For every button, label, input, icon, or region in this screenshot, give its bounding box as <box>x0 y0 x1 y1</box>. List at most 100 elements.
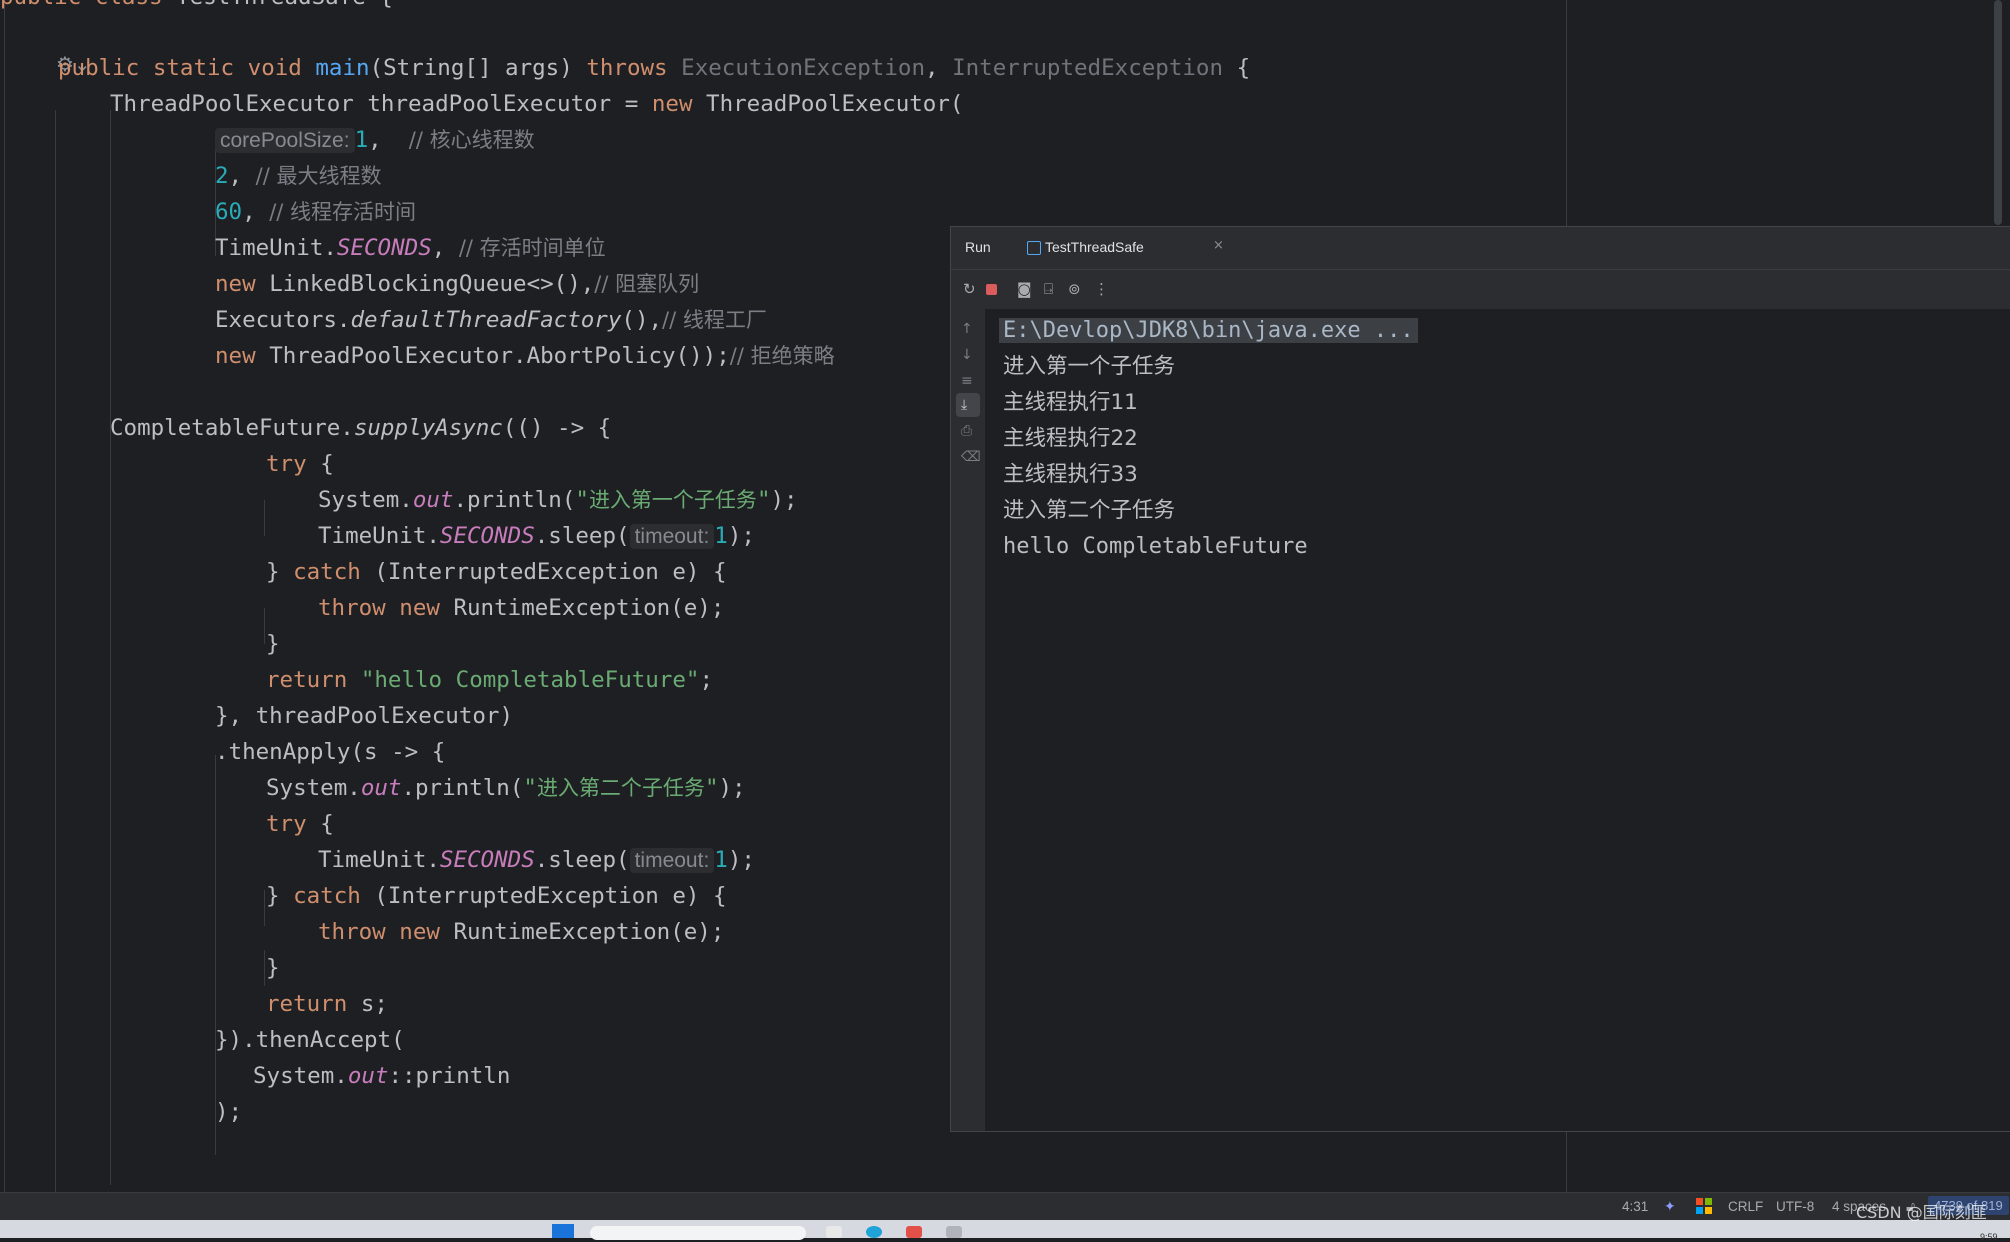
code-token: try <box>266 451 321 477</box>
soft-wrap-icon[interactable]: ≡ <box>961 373 973 389</box>
code-line[interactable]: try { <box>266 806 334 842</box>
console-output-line: 主线程执行33 <box>1003 458 1138 492</box>
code-token: (String[] args) <box>369 55 587 81</box>
code-line[interactable]: ThreadPoolExecutor threadPoolExecutor = … <box>110 86 963 122</box>
code-line[interactable]: TimeUnit.SECONDS, // 存活时间单位 <box>215 230 606 266</box>
caret-position[interactable]: 4:31 <box>1622 1199 1648 1214</box>
console-output-line: hello CompletableFuture <box>1003 530 1308 564</box>
close-icon[interactable]: × <box>1213 238 1224 253</box>
code-line[interactable]: return s; <box>266 986 388 1022</box>
code-line[interactable]: .thenApply(s -> { <box>215 734 445 770</box>
code-token: return <box>266 667 361 693</box>
code-line[interactable]: return "hello CompletableFuture"; <box>266 662 713 698</box>
console-output[interactable]: E:\Devlop\JDK8\bin\java.exe ... 进入第一个子任务主… <box>985 309 2010 1131</box>
code-line[interactable]: System.out::println <box>253 1058 510 1094</box>
indent-guide <box>264 890 265 926</box>
status-bar: 4:31 ✦ CRLF UTF-8 4 spaces 🔓︎ 4739 of 81… <box>0 1192 2010 1221</box>
code-line[interactable]: CompletableFuture.supplyAsync(() -> { <box>110 410 611 446</box>
code-line[interactable]: TimeUnit.SECONDS.sleep(timeout: 1); <box>318 842 755 878</box>
exit-icon[interactable]: ⍈ <box>1044 280 1053 298</box>
code-token: ThreadPoolExecutor.AbortPolicy()); <box>269 343 730 369</box>
more-icon[interactable]: ⋮ <box>1094 280 1109 298</box>
code-line[interactable]: throw new RuntimeException(e); <box>318 914 724 950</box>
tab-test-thread-safe[interactable]: TestThreadSafe × <box>1015 227 1224 272</box>
run-label[interactable]: Run <box>965 239 991 255</box>
scroll-to-end-icon[interactable]: ⤓ <box>961 397 967 413</box>
code-token: } <box>266 955 280 981</box>
code-token: { <box>320 811 334 837</box>
console-output-line: 进入第一个子任务 <box>1003 350 1175 384</box>
code-token: .println( <box>453 487 576 513</box>
indent-guide <box>264 608 265 644</box>
code-token: 1 <box>354 127 369 153</box>
code-token: .thenApply(s -> { <box>215 739 446 765</box>
code-token: ; <box>699 667 714 693</box>
code-line[interactable]: corePoolSize: 1, // 核心线程数 <box>215 122 535 158</box>
code-line[interactable]: } <box>266 950 280 986</box>
code-line[interactable]: Executors.defaultThreadFactory(),// 线程工厂 <box>215 302 767 338</box>
code-line[interactable]: public static void main(String[] args) t… <box>58 50 1250 86</box>
code-token: public class <box>0 0 176 10</box>
indent-guide <box>4 0 5 1192</box>
run-config-icon <box>1027 241 1041 255</box>
console-text: 主线程执行33 <box>1003 462 1138 487</box>
code-line[interactable]: TimeUnit.SECONDS.sleep(timeout: 1); <box>318 518 755 554</box>
console-text: hello CompletableFuture <box>1003 534 1308 559</box>
start-icon[interactable] <box>552 1224 574 1238</box>
editor-scrollbar[interactable] <box>1994 0 2002 225</box>
code-token: public static void <box>58 55 316 81</box>
code-line[interactable]: 2, // 最大线程数 <box>215 158 381 194</box>
code-token: (), <box>621 307 663 333</box>
code-token: System. <box>253 1063 348 1089</box>
code-line[interactable]: new ThreadPoolExecutor.AbortPolicy());//… <box>215 338 835 374</box>
code-line[interactable]: } catch (InterruptedException e) { <box>266 878 727 914</box>
print-icon[interactable]: ⎙ <box>961 423 972 439</box>
code-line[interactable]: }).thenAccept( <box>215 1022 405 1058</box>
arrow-down-icon[interactable]: ↓ <box>961 347 973 363</box>
console-text: 进入第二个子任务 <box>1003 498 1176 523</box>
app-icon[interactable] <box>946 1226 962 1238</box>
code-token: }, threadPoolExecutor) <box>215 703 514 729</box>
code-token: // 最大线程数 <box>255 164 382 188</box>
capture-icon[interactable]: ⊚ <box>1068 280 1081 298</box>
parameter-hint: timeout: <box>629 848 715 873</box>
console-output-line: 进入第二个子任务 <box>1003 494 1175 528</box>
camera-icon[interactable]: ◙ <box>1017 280 1032 298</box>
code-token: // 存活时间单位 <box>458 236 606 260</box>
stop-icon[interactable] <box>986 284 997 295</box>
arrow-up-icon[interactable]: ↑ <box>961 321 973 337</box>
file-encoding[interactable]: UTF-8 <box>1776 1199 1814 1214</box>
code-token: ThreadPoolExecutor threadPoolExecutor = <box>110 91 652 117</box>
run-toolbar: ↻ ◙ ⍈ ⊚ ⋮ <box>951 269 2010 310</box>
code-token: } <box>266 559 294 585</box>
code-token: (() -> { <box>502 415 612 441</box>
code-token: 1 <box>714 847 728 873</box>
code-line[interactable]: try { <box>266 446 334 482</box>
code-token: // 阻塞队列 <box>594 272 700 296</box>
code-line[interactable]: throw new RuntimeException(e); <box>318 590 724 626</box>
code-line[interactable]: System.out.println("进入第一个子任务"); <box>318 482 798 518</box>
code-token: Executors. <box>215 307 351 333</box>
code-token: throws <box>586 55 682 81</box>
code-line[interactable]: ); <box>215 1094 242 1130</box>
code-line[interactable]: } catch (InterruptedException e) { <box>266 554 727 590</box>
code-token: (InterruptedException e) { <box>374 559 727 585</box>
code-token: catch <box>293 883 375 909</box>
rerun-icon[interactable]: ↻ <box>963 280 976 298</box>
code-line[interactable]: new LinkedBlockingQueue<>(),// 阻塞队列 <box>215 266 699 302</box>
code-token: main <box>315 55 370 81</box>
browser-icon[interactable] <box>866 1226 882 1238</box>
code-token: 进入第一个子任务 <box>588 488 757 512</box>
code-line[interactable]: 60, // 线程存活时间 <box>215 194 416 230</box>
trash-icon[interactable]: ⌫ <box>961 449 981 465</box>
code-line[interactable]: } <box>266 626 280 662</box>
code-line[interactable]: public class TestThreadSafe { <box>0 0 393 15</box>
app-icon[interactable] <box>906 1226 922 1238</box>
code-line[interactable]: System.out.println("进入第二个子任务"); <box>266 770 746 806</box>
app-icon[interactable] <box>826 1226 842 1238</box>
ai-assistant-icon[interactable]: ✦ <box>1664 1198 1676 1216</box>
code-token: // 拒绝策略 <box>729 344 835 368</box>
code-line[interactable]: }, threadPoolExecutor) <box>215 698 513 734</box>
line-separator[interactable]: CRLF <box>1728 1199 1763 1214</box>
code-token: new <box>215 343 270 369</box>
